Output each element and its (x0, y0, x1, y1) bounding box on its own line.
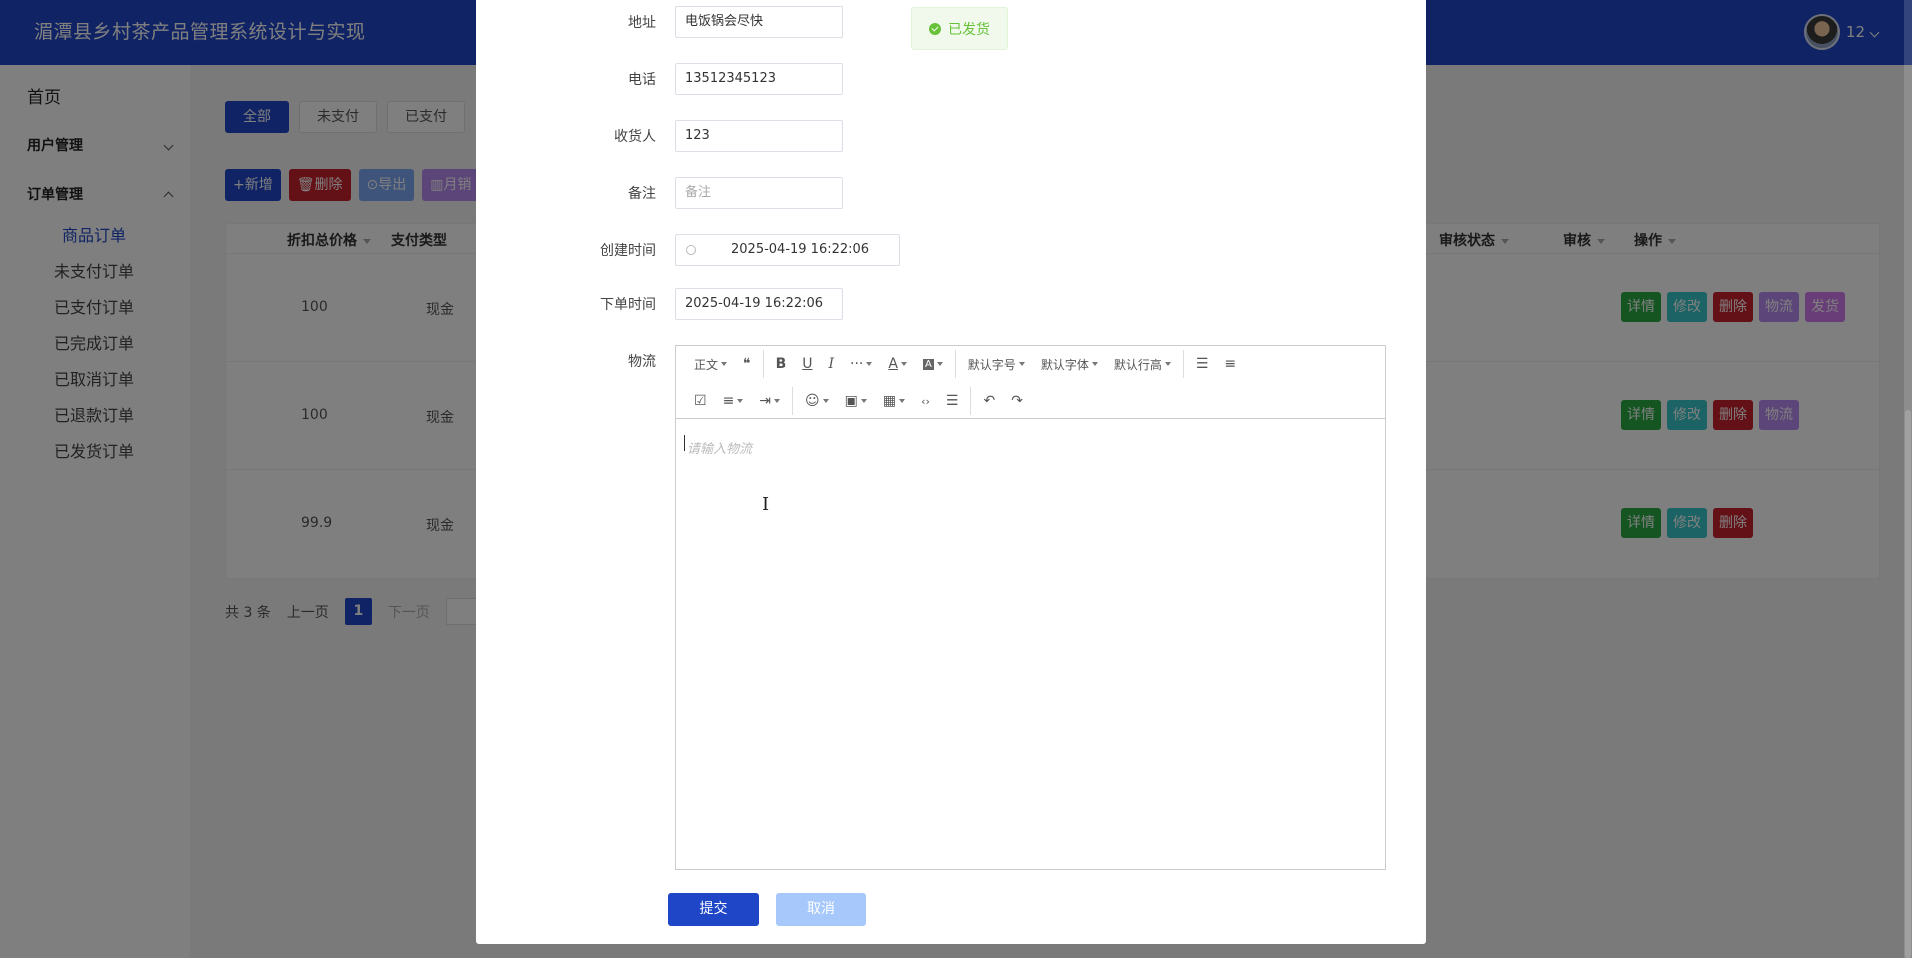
created-time-picker[interactable]: 2025-04-19 16:22:06 (675, 234, 900, 266)
undo-icon[interactable]: ↶ (975, 387, 1003, 415)
text-caret (684, 435, 685, 451)
status-badge-label: 已发货 (948, 21, 990, 38)
logistics-rich-editor[interactable]: 正文 ❝ B U I ··· A A 默认字号 默认字体 默认行高 ☰ ≡ ☑ … (675, 345, 1386, 870)
divider-icon[interactable]: ☰ (938, 387, 967, 415)
bold-icon[interactable]: B (768, 350, 795, 378)
table-icon[interactable]: ▦ (875, 387, 913, 415)
logistics-label: 物流 (628, 354, 656, 370)
toolbar-divider (1182, 350, 1184, 378)
submit-button[interactable]: 提交 (668, 893, 759, 926)
cancel-button[interactable]: 取消 (776, 893, 866, 926)
order-time-input[interactable]: 2025-04-19 16:22:06 (675, 288, 843, 320)
remark-label: 备注 (628, 186, 656, 202)
code-icon[interactable]: ‹› (913, 387, 938, 415)
todo-icon[interactable]: ☑ (686, 387, 715, 415)
toolbar-row-2: ☑ ≡ ⇥ ☺ ▣ ▦ ‹› ☰ ↶ ↷ (686, 383, 1031, 419)
status-badge: 已发货 (911, 7, 1008, 50)
line-height-select[interactable]: 默认行高 (1106, 350, 1179, 378)
toolbar-divider (762, 350, 764, 378)
paragraph-select[interactable]: 正文 (686, 350, 735, 378)
created-time-label: 创建时间 (600, 243, 656, 259)
toolbar-divider (970, 387, 972, 415)
editor-placeholder: 请输入物流 (687, 442, 753, 457)
edit-order-dialog: 地址 电饭锅会尽快 已发货 电话 13512345123 收货人 123 备注 … (476, 0, 1426, 944)
font-color-icon[interactable]: A (880, 350, 915, 378)
created-time-value: 2025-04-19 16:22:06 (731, 242, 870, 257)
phone-label: 电话 (628, 72, 656, 88)
quote-icon[interactable]: ❝ (735, 350, 759, 378)
toolbar-row-1: 正文 ❝ B U I ··· A A 默认字号 默认字体 默认行高 ☰ ≡ (686, 346, 1244, 382)
clock-icon (686, 244, 696, 255)
address-input[interactable]: 电饭锅会尽快 (675, 6, 843, 38)
address-label: 地址 (628, 15, 656, 31)
font-family-select[interactable]: 默认字体 (1033, 350, 1106, 378)
scrollbar-thumb[interactable] (1905, 410, 1911, 958)
phone-input[interactable]: 13512345123 (675, 63, 843, 95)
toolbar-divider (954, 350, 956, 378)
toolbar-divider (792, 387, 794, 415)
numbered-list-icon[interactable]: ≡ (1216, 350, 1244, 378)
bullet-list-icon[interactable]: ☰ (1188, 350, 1217, 378)
indent-icon[interactable]: ⇥ (751, 387, 788, 415)
editor-toolbar: 正文 ❝ B U I ··· A A 默认字号 默认字体 默认行高 ☰ ≡ ☑ … (676, 346, 1385, 419)
editor-content[interactable]: 请输入物流 I (676, 419, 1385, 869)
italic-icon[interactable]: I (820, 350, 842, 378)
more-icon[interactable]: ··· (842, 350, 880, 378)
receiver-input[interactable]: 123 (675, 120, 843, 152)
font-size-select[interactable]: 默认字号 (960, 350, 1033, 378)
redo-icon[interactable]: ↷ (1003, 387, 1031, 415)
text-cursor-icon: I (762, 494, 770, 515)
justify-icon[interactable]: ≡ (715, 387, 752, 415)
remark-input[interactable]: 备注 (675, 177, 843, 209)
background-color-icon[interactable]: A (915, 350, 951, 378)
check-circle-icon (929, 22, 941, 35)
image-icon[interactable]: ▣ (837, 387, 875, 415)
page-scrollbar[interactable] (1904, 0, 1912, 958)
receiver-label: 收货人 (614, 129, 656, 145)
order-time-label: 下单时间 (600, 297, 656, 313)
emoji-icon[interactable]: ☺ (797, 387, 837, 415)
underline-icon[interactable]: U (794, 350, 820, 378)
